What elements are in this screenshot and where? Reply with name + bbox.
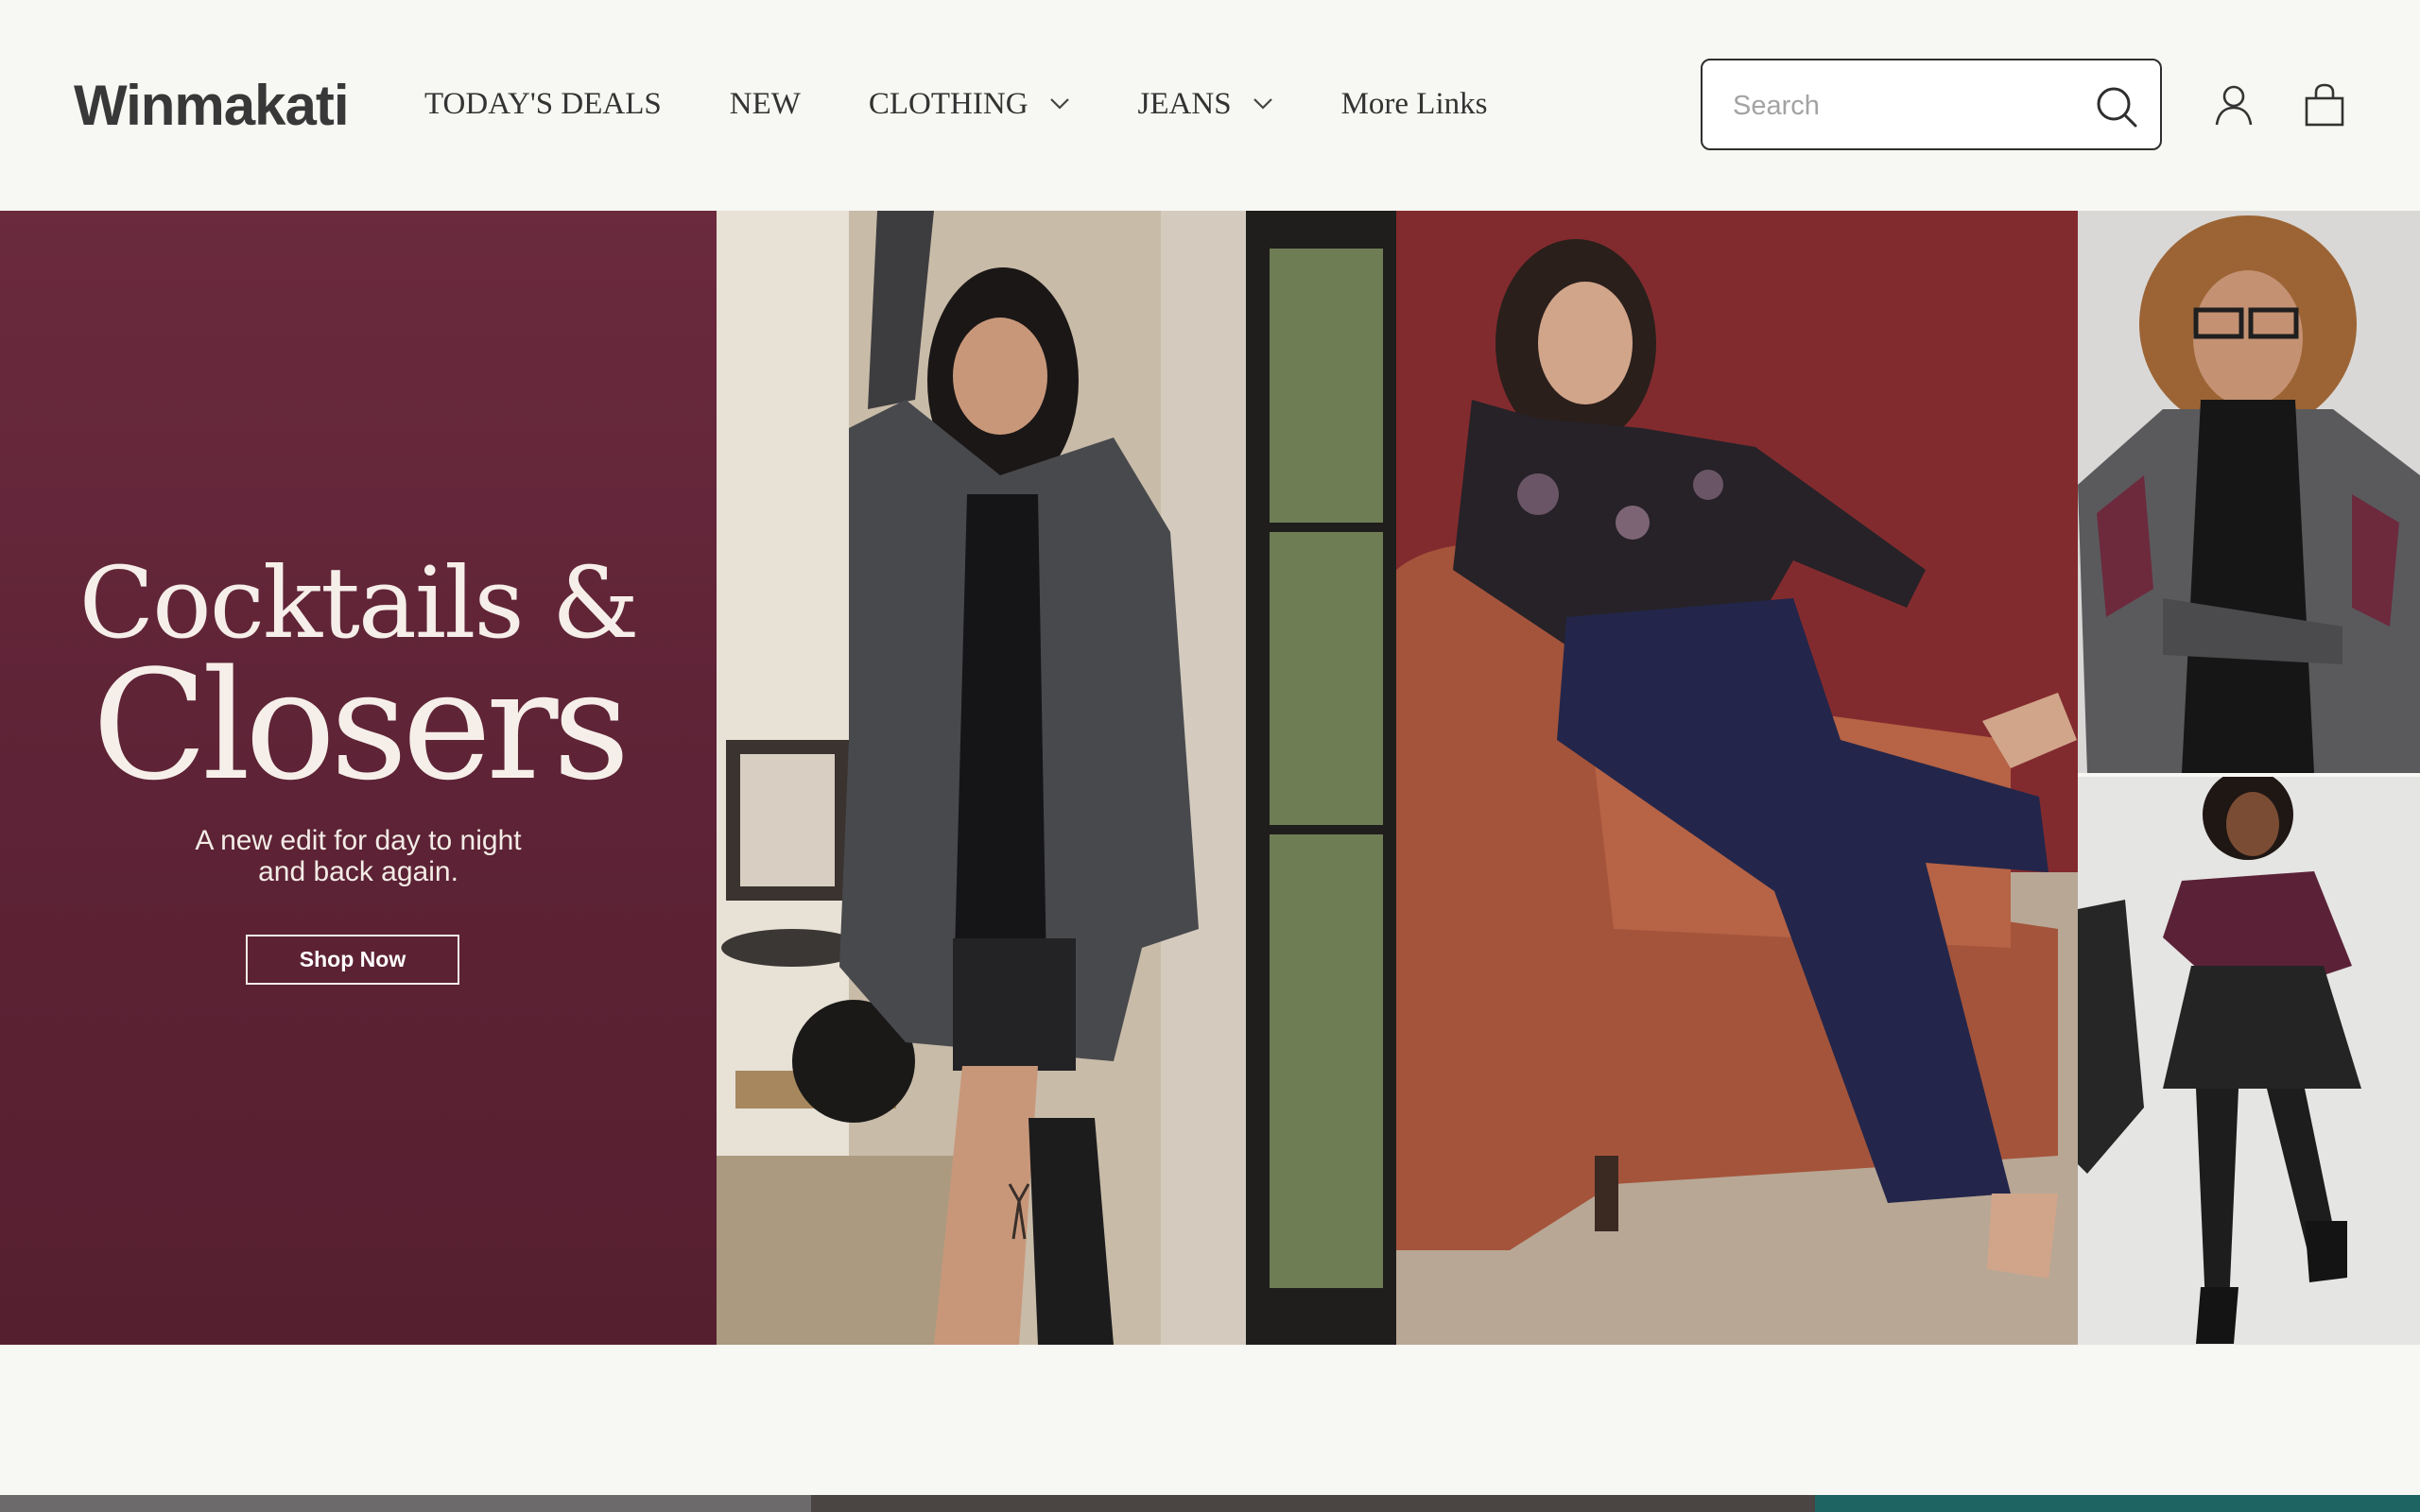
next-section-preview [0,1495,2420,1512]
nav-item-clothing[interactable]: CLOTHING [869,87,1070,122]
hero-photo-skirt[interactable] [2078,773,2420,1345]
shop-now-button[interactable]: Shop Now [246,935,459,985]
promo-subtitle: A new edit for day to night and back aga… [0,825,717,887]
search-input[interactable] [1731,81,2066,130]
search-icon[interactable] [2095,85,2138,129]
hero-banner: Cocktails & Closers A new edit for day t… [0,211,2420,1345]
nav-item-new[interactable]: NEW [730,87,801,122]
model-image [2078,777,2420,1345]
promo-title-line2: Closers [92,637,630,814]
main-nav: TODAY'S DEALS NEW CLOTHING JEANS More Li… [424,77,1555,130]
user-icon[interactable] [2212,83,2256,127]
promo-title: Cocktails & Closers [0,551,717,814]
shopping-bag-icon[interactable] [2303,83,2346,127]
nav-item-more-links[interactable]: More Links [1341,87,1488,122]
nav-item-jeans[interactable]: JEANS [1138,87,1273,122]
nav-item-label: TODAY'S DEALS [424,86,662,121]
model-image [2078,211,2420,773]
promo-panel: Cocktails & Closers A new edit for day t… [0,211,717,1345]
nav-item-label: More Links [1340,86,1488,121]
nav-item-label: JEANS [1137,86,1232,121]
nav-item-todays-deals[interactable]: TODAY'S DEALS [424,87,662,122]
nav-item-label: NEW [729,86,801,121]
preview-tile [811,1495,1815,1512]
hero-photo-cardigan[interactable] [717,211,1396,1345]
promo-subtitle-line1: A new edit for day to night [195,825,522,856]
search-box [1701,59,2162,150]
hero-photo-sweater[interactable] [2078,211,2420,773]
site-header: Winmakati TODAY'S DEALS NEW CLOTHING JEA… [0,0,2420,211]
nav-item-label: CLOTHING [868,86,1028,121]
brand-logo[interactable]: Winmakati [74,68,350,144]
preview-tile [1815,1495,2420,1512]
model-image [717,211,1396,1345]
promo-subtitle-line2: and back again. [258,856,458,887]
chevron-down-icon [1049,98,1069,110]
preview-tile [0,1495,811,1512]
hero-photo-jeans[interactable] [1396,211,2078,1345]
chevron-down-icon [1253,98,1272,110]
model-image [1396,211,2078,1345]
